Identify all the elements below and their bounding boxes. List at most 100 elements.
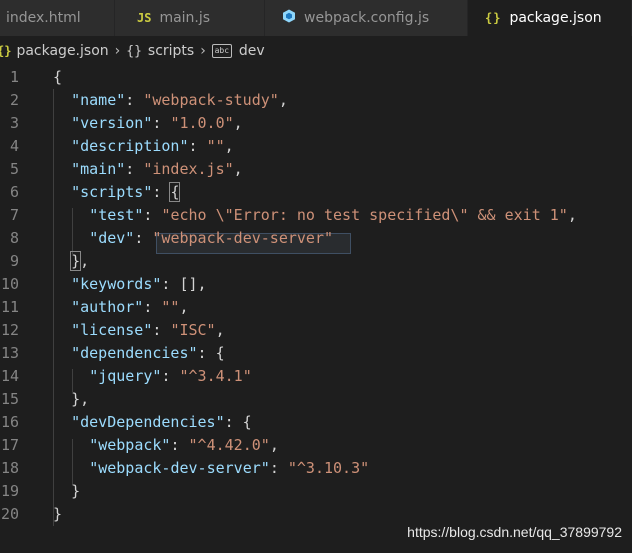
code-line[interactable]: 2 "name": "webpack-study", [0, 89, 632, 112]
line-number: 4 [9, 137, 19, 155]
code-text: }, [71, 388, 89, 411]
line-number: 2 [9, 91, 19, 109]
breadcrumb-item-scripts[interactable]: scripts [148, 43, 194, 59]
json-key: "dependencies" [71, 344, 198, 362]
json-punctuation: : [134, 229, 153, 247]
json-key: "name" [71, 91, 126, 109]
json-punctuation: { [169, 182, 181, 202]
line-number: 3 [9, 114, 19, 132]
line-number: 10 [0, 275, 19, 293]
object-symbol-icon: {} [126, 43, 142, 59]
code-line[interactable]: 7 "test": "echo \"Error: no test specifie… [0, 204, 632, 227]
tab-package-json[interactable]: {} package.json [468, 0, 632, 36]
code-text: "keywords": [], [71, 273, 206, 296]
json-punctuation: : [161, 367, 180, 385]
code-line[interactable]: 19} [0, 480, 632, 503]
code-line[interactable]: 10 "keywords": [], [0, 273, 632, 296]
json-punctuation: : [], [161, 275, 207, 293]
code-text: }, [70, 250, 89, 273]
tab-label: package.json [509, 10, 602, 26]
json-punctuation: : [143, 206, 162, 224]
json-punctuation: , [233, 114, 243, 132]
json-punctuation: : [170, 436, 189, 454]
json-string: "ISC" [170, 321, 216, 339]
json-punctuation: : { [224, 413, 252, 431]
chevron-right-icon: › [200, 43, 206, 59]
tab-main-js[interactable]: JS main.js [115, 0, 265, 36]
breadcrumb-item-file[interactable]: package.json [16, 43, 108, 59]
json-string: "1.0.0" [170, 114, 234, 132]
json-punctuation: , [215, 321, 225, 339]
code-line[interactable]: 4 "description": "", [0, 135, 632, 158]
json-key: "main" [71, 160, 126, 178]
code-line[interactable]: 11 "author": "", [0, 296, 632, 319]
line-number: 1 [9, 68, 19, 86]
code-line[interactable]: 17 "webpack": "^4.42.0", [0, 434, 632, 457]
code-line[interactable]: 1{ [0, 66, 632, 89]
json-string: "^3.4.1" [179, 367, 252, 385]
json-key: "version" [71, 114, 153, 132]
tab-index-html[interactable]: index.html [0, 0, 115, 36]
code-line[interactable]: 20} [0, 503, 632, 526]
code-text: "dependencies": { [71, 342, 225, 365]
code-text: "license": "ISC", [71, 319, 225, 342]
line-number: 20 [0, 505, 19, 523]
code-text: } [53, 503, 62, 526]
breadcrumb: {} package.json › {} scripts › abc dev [0, 36, 632, 66]
code-line[interactable]: 12 "license": "ISC", [0, 319, 632, 342]
code-text: } [71, 480, 80, 503]
code-text: "description": "", [71, 135, 234, 158]
json-key: "keywords" [71, 275, 162, 293]
code-line[interactable]: 15}, [0, 388, 632, 411]
code-line[interactable]: 14 "jquery": "^3.4.1" [0, 365, 632, 388]
json-punctuation: , [179, 298, 189, 316]
json-string: "" [206, 137, 225, 155]
code-line[interactable]: 18 "webpack-dev-server": "^3.10.3" [0, 457, 632, 480]
json-string: "echo \"Error: no test specified\" && ex… [161, 206, 568, 224]
code-text: { [53, 66, 62, 89]
line-number: 6 [9, 183, 19, 201]
code-text: "test": "echo \"Error: no test specified… [89, 204, 577, 227]
code-line[interactable]: 9}, [0, 250, 632, 273]
code-line[interactable]: 6 "scripts": { [0, 181, 632, 204]
tab-webpack-config-js[interactable]: webpack.config.js [265, 0, 468, 36]
json-punctuation: : { [197, 344, 225, 362]
string-symbol-icon: abc [211, 44, 232, 58]
json-punctuation: , [269, 436, 279, 454]
code-line[interactable]: 8 "dev": "webpack-dev-server" [0, 227, 632, 250]
breadcrumb-item-dev[interactable]: dev [239, 43, 265, 59]
json-punctuation: : [152, 321, 171, 339]
json-key: "author" [71, 298, 144, 316]
json-key: "dev" [89, 229, 135, 247]
line-number: 14 [0, 367, 19, 385]
json-key: "devDependencies" [71, 413, 225, 431]
code-line[interactable]: 3 "version": "1.0.0", [0, 112, 632, 135]
json-key: "jquery" [89, 367, 162, 385]
code-text: "jquery": "^3.4.1" [89, 365, 252, 388]
json-punctuation: : [143, 298, 162, 316]
json-key: "license" [71, 321, 153, 339]
json-punctuation: , [278, 91, 288, 109]
line-number: 16 [0, 413, 19, 431]
line-number: 15 [0, 390, 19, 408]
json-key: "webpack" [89, 436, 171, 454]
line-number: 8 [9, 229, 19, 247]
json-string: "^4.42.0" [188, 436, 270, 454]
json-punctuation: }, [71, 390, 90, 408]
json-punctuation: , [224, 137, 234, 155]
code-line[interactable]: 5 "main": "index.js", [0, 158, 632, 181]
json-file-icon: {} [485, 11, 502, 25]
json-string: "webpack-dev-server" [152, 229, 334, 247]
chevron-right-icon: › [114, 43, 121, 59]
code-line[interactable]: 16 "devDependencies": { [0, 411, 632, 434]
line-number: 13 [0, 344, 19, 362]
json-key: "test" [89, 206, 144, 224]
code-text: "dev": "webpack-dev-server" [89, 227, 333, 250]
code-text: "name": "webpack-study", [71, 89, 288, 112]
json-string: "index.js" [143, 160, 234, 178]
json-punctuation: : [152, 183, 171, 201]
js-file-icon: JS [137, 11, 152, 25]
code-editor[interactable]: 1{2 "name": "webpack-study", 3 "version": "… [0, 66, 632, 553]
line-number: 17 [0, 436, 19, 454]
code-line[interactable]: 13 "dependencies": { [0, 342, 632, 365]
